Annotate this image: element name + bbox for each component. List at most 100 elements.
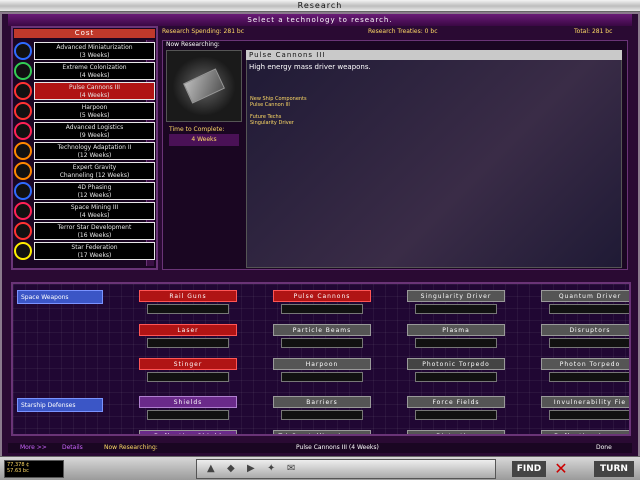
tech-item-cost: (17 Weeks) bbox=[77, 252, 112, 259]
tree-node[interactable]: Barriers bbox=[273, 396, 371, 408]
tree-node-slots bbox=[281, 410, 363, 420]
tree-node[interactable]: Disruptors bbox=[541, 324, 629, 336]
tree-node[interactable]: Deflection Armour bbox=[541, 430, 629, 434]
tree-node[interactable]: Pulse Cannons bbox=[273, 290, 371, 302]
tree-node[interactable]: Shields bbox=[139, 396, 237, 408]
tech-list-item[interactable]: Expert Gravity Channeling (12 Weeks) bbox=[14, 162, 155, 180]
tree-node-slots bbox=[415, 372, 497, 382]
tree-node[interactable]: Distortion bbox=[407, 430, 505, 434]
tree-node-slots bbox=[549, 372, 629, 382]
tech-item-name: Expert Gravity bbox=[72, 164, 117, 171]
tech-list-item-box: Harpoon (5 Weeks) bbox=[34, 102, 155, 120]
tree-node-slots bbox=[549, 304, 629, 314]
tree-node[interactable]: Particle Beams bbox=[273, 324, 371, 336]
tech-list-item[interactable]: Pulse Cannons III (4 Weeks) bbox=[14, 82, 155, 100]
research-total: Total: 281 bc bbox=[574, 28, 613, 35]
galaxy-icon[interactable]: ▲ bbox=[207, 463, 215, 474]
tech-list-item[interactable]: Star Federation (17 Weeks) bbox=[14, 242, 155, 260]
tech-list-item[interactable]: Space Mining III (4 Weeks) bbox=[14, 202, 155, 220]
tech-item-cost: (12 Weeks) bbox=[77, 152, 112, 159]
tree-node[interactable]: Tri-Crystalline Armour bbox=[273, 430, 371, 434]
tech-item-name: Space Mining III bbox=[70, 204, 119, 211]
time-to-complete: Time to Complete: 4 Weeks bbox=[167, 126, 241, 148]
tree-node-slots bbox=[147, 338, 229, 348]
tree-node[interactable]: Photon Torpedo bbox=[541, 358, 629, 370]
footer-bar: More >> Details Now Researching: Pulse C… bbox=[8, 443, 632, 453]
tree-node-slots bbox=[415, 338, 497, 348]
tech-item-name: Technology Adaptation II bbox=[57, 144, 132, 151]
tech-category-icon bbox=[14, 182, 32, 200]
window-titlebar: Research bbox=[0, 0, 640, 12]
tech-item-name: Star Federation bbox=[71, 244, 118, 251]
tree-node-slots bbox=[549, 410, 629, 420]
tree-node[interactable]: Plasma bbox=[407, 324, 505, 336]
tree-node-slots bbox=[281, 338, 363, 348]
tech-list: Advanced Miniaturization (3 Weeks) Extreme… bbox=[11, 42, 158, 267]
tech-list-item-box: Terror Star Development (16 Weeks) bbox=[34, 222, 155, 240]
tech-list-item-box: Extreme Colonization (4 Weeks) bbox=[34, 62, 155, 80]
tech-item-name: Harpoon bbox=[81, 104, 108, 111]
header-banner: Select a technology to research. bbox=[8, 14, 632, 26]
tree-node[interactable]: Invulnerability Fie bbox=[541, 396, 629, 408]
tech-item-name: Extreme Colonization bbox=[62, 64, 127, 71]
tech-list-item[interactable]: Terror Star Development (16 Weeks) bbox=[14, 222, 155, 240]
tech-item-name: Terror Star Development bbox=[57, 224, 132, 231]
tech-list-item[interactable]: Technology Adaptation II (12 Weeks) bbox=[14, 142, 155, 160]
tech-item-cost: (12 Weeks) bbox=[77, 192, 112, 199]
tech-category-icon bbox=[14, 142, 32, 160]
time-label: Time to Complete: bbox=[169, 126, 225, 133]
tree-node-slots bbox=[415, 304, 497, 314]
tech-category-icon bbox=[14, 222, 32, 240]
tree-node[interactable]: Rail Guns bbox=[139, 290, 237, 302]
tech-list-item-box: Space Mining III (4 Weeks) bbox=[34, 202, 155, 220]
tech-list-item[interactable]: Harpoon (5 Weeks) bbox=[14, 102, 155, 120]
tech-list-item[interactable]: Extreme Colonization (4 Weeks) bbox=[14, 62, 155, 80]
tech-list-item[interactable]: Advanced Logistics (9 Weeks) bbox=[14, 122, 155, 140]
tech-category-icon bbox=[14, 122, 32, 140]
diplomacy-icon[interactable]: ✉ bbox=[287, 463, 295, 474]
research-spending: Research Spending: 281 bc bbox=[162, 28, 245, 35]
tech-item-cost: Channeling (12 Weeks) bbox=[59, 172, 130, 179]
turn-button[interactable]: TURN bbox=[594, 461, 634, 477]
tree-node[interactable]: Photonic Torpedo bbox=[407, 358, 505, 370]
research-icon[interactable]: ✦ bbox=[267, 463, 275, 474]
tree-node-slots bbox=[147, 304, 229, 314]
taskbar: 77,378 ¢ 57.63 bc ▲ ◆ ▶ ✦ ✉ FIND ✕ TURN bbox=[0, 456, 640, 480]
tree-node[interactable]: Stinger bbox=[139, 358, 237, 370]
tech-item-cost: (4 Weeks) bbox=[79, 72, 110, 79]
tech-list-item-box: 4D Phasing (12 Weeks) bbox=[34, 182, 155, 200]
ships-icon[interactable]: ▶ bbox=[247, 463, 255, 474]
tree-node-slots bbox=[281, 372, 363, 382]
tech-item-cost: (9 Weeks) bbox=[79, 132, 110, 139]
tech-item-cost: (4 Weeks) bbox=[79, 212, 110, 219]
tech-tree: Space Weapons Starship Defenses Rail Guns L… bbox=[11, 282, 631, 436]
tech-list-item[interactable]: Advanced Miniaturization (3 Weeks) bbox=[14, 42, 155, 60]
tech-list-item-box: Advanced Logistics (9 Weeks) bbox=[34, 122, 155, 140]
tree-node[interactable]: Deflection Shield bbox=[139, 430, 237, 434]
tree-node[interactable]: Laser bbox=[139, 324, 237, 336]
tree-node-slots bbox=[549, 338, 629, 348]
stats-bar: Research Spending: 281 bc Research Treat… bbox=[162, 28, 632, 38]
tech-list-item-box: Expert Gravity Channeling (12 Weeks) bbox=[34, 162, 155, 180]
future-value: Singularity Driver bbox=[250, 120, 294, 126]
tree-node[interactable]: Quantum Driver bbox=[541, 290, 629, 302]
footer-now-label: Now Researching: bbox=[104, 444, 158, 451]
tech-item-cost: (4 Weeks) bbox=[79, 92, 110, 99]
turn-x-icon[interactable]: ✕ bbox=[550, 459, 572, 479]
planets-icon[interactable]: ◆ bbox=[227, 463, 235, 474]
tech-list-item[interactable]: 4D Phasing (12 Weeks) bbox=[14, 182, 155, 200]
tree-category[interactable]: Space Weapons bbox=[17, 290, 103, 304]
details-button[interactable]: Details bbox=[62, 443, 83, 453]
find-button[interactable]: FIND bbox=[512, 461, 546, 477]
tech-info-box bbox=[246, 50, 622, 268]
tree-node[interactable]: Harpoon bbox=[273, 358, 371, 370]
done-button[interactable]: Done bbox=[596, 443, 612, 453]
research-treaties: Research Treaties: 0 bc bbox=[368, 28, 438, 35]
tree-node[interactable]: Singularity Driver bbox=[407, 290, 505, 302]
tree-category[interactable]: Starship Defenses bbox=[17, 398, 103, 412]
tree-node[interactable]: Force Fields bbox=[407, 396, 505, 408]
tech-category-icon bbox=[14, 162, 32, 180]
more-button[interactable]: More >> bbox=[20, 443, 47, 453]
tech-category-icon bbox=[14, 202, 32, 220]
tech-item-name: Advanced Logistics bbox=[65, 124, 124, 131]
